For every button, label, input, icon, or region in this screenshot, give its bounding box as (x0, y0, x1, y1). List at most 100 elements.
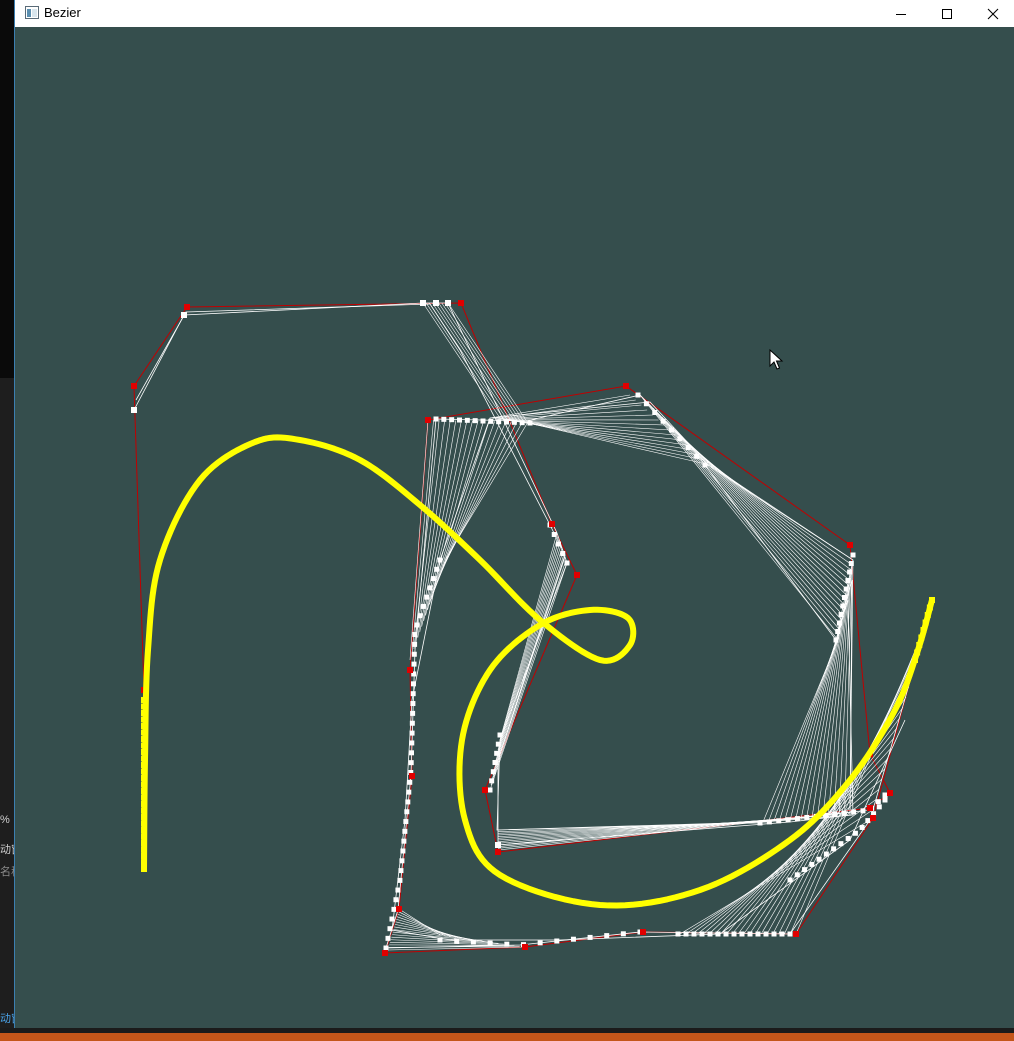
construction-point-top (496, 419, 502, 425)
construction-point-top (433, 416, 439, 422)
construction-point-right (838, 612, 844, 617)
window-title: Bezier (44, 5, 81, 20)
construction-point-left (411, 651, 417, 657)
construction-point-left (395, 887, 401, 893)
bezier-curve-point (141, 703, 147, 710)
construction-point-left (427, 585, 433, 591)
construction-point-bottom-right (809, 861, 815, 867)
construction-point-bottom-right (802, 867, 808, 873)
construction-point (495, 842, 501, 848)
construction-point-middle (495, 741, 501, 747)
bezier-curve-point (929, 597, 935, 603)
construction-point-bottom-right (838, 841, 844, 847)
control-point (867, 805, 873, 811)
construction-point-bottom (675, 931, 681, 937)
construction-point-left (410, 681, 416, 687)
construction-point-right (835, 629, 841, 634)
construction-point-top (480, 418, 486, 424)
construction-point-lower-right (776, 818, 782, 824)
construction-point-lower-right (832, 811, 838, 817)
control-point (482, 787, 488, 793)
bezier-curve-point (141, 710, 147, 716)
construction-point-left (420, 603, 426, 609)
fan-line-right (687, 442, 849, 586)
construction-point-upper-right (643, 401, 649, 407)
construction-point-left (410, 701, 416, 707)
construction-point-left (405, 799, 411, 805)
fan-line-top (435, 302, 515, 421)
control-point (425, 417, 431, 423)
control-point (549, 521, 555, 527)
control-point (522, 944, 528, 950)
taskbar-accent-bar (0, 1033, 1014, 1041)
fan-line-middle (499, 532, 558, 741)
construction-point-left (406, 789, 412, 795)
minimize-button[interactable] (878, 0, 924, 27)
fan-line-right (683, 438, 848, 591)
construction-point-left (397, 877, 403, 883)
control-point (870, 815, 876, 821)
taskbar (0, 1028, 1014, 1041)
fan-line-right (679, 434, 847, 596)
drawing-canvas[interactable] (15, 27, 1014, 1028)
construction-point-left (391, 906, 397, 912)
construction-point-left (410, 691, 416, 697)
construction-point (181, 312, 187, 318)
window-app-icon (25, 6, 39, 19)
construction-point-bottom-right (845, 835, 851, 841)
construction-point-upper-right (652, 410, 658, 415)
fan-line-bottom-right (772, 655, 919, 935)
construction-point-left (409, 740, 415, 746)
construction-point-bottom-right (876, 804, 882, 810)
construction-point-bottom-right (852, 830, 858, 836)
construction-point-left (403, 819, 409, 825)
fan-line-left (423, 420, 468, 622)
fan-line-top (438, 302, 518, 422)
construction-point-bottom-left (587, 934, 593, 940)
fan-line-upper-right (514, 420, 682, 441)
maximize-icon (942, 8, 952, 19)
mouse-pointer-icon (769, 348, 784, 370)
construction-point-bottom-left (504, 941, 510, 947)
construction-point-bottom (691, 931, 697, 937)
construction-point-top (472, 418, 478, 424)
background-app-text: 动窗 (0, 1013, 15, 1025)
construction-point-left (401, 838, 407, 844)
bezier-curve-point (141, 736, 147, 742)
bezier-curve-point (926, 604, 933, 611)
construction-point-top (464, 417, 470, 423)
construction-point-bottom (747, 931, 753, 937)
control-point (623, 383, 629, 389)
bezier-curve-point (141, 775, 147, 781)
construction-point-right (847, 569, 853, 575)
fan-line-top (444, 302, 525, 423)
bezier-window: Bezier (14, 0, 1014, 1028)
construction-point-right (845, 578, 851, 583)
construction-point-mid-upper (564, 560, 570, 566)
construction-point-left (409, 730, 415, 736)
bezier-curve-point (141, 697, 147, 703)
construction-point-bottom (723, 931, 729, 937)
bezier-curve-point (916, 642, 923, 648)
control-point (574, 572, 580, 578)
construction-point-right (850, 552, 856, 558)
window-titlebar[interactable]: Bezier (15, 0, 1014, 27)
bezier-drawing (131, 300, 935, 956)
close-button[interactable] (970, 0, 1014, 27)
construction-point-middle (497, 732, 503, 738)
construction-point-right (848, 561, 854, 566)
construction-point (420, 300, 426, 306)
fan-line-top (432, 302, 511, 421)
bezier-curve-point (918, 634, 925, 641)
maximize-button[interactable] (924, 0, 970, 27)
construction-point-left (387, 926, 393, 932)
construction-point-left (383, 945, 389, 951)
bezier-curve-point (141, 807, 147, 814)
bezier-curve-point (141, 853, 147, 859)
construction-point-left (434, 566, 440, 572)
construction-point-lower-right (882, 792, 888, 798)
construction-point-right (843, 586, 849, 592)
control-point (131, 383, 137, 389)
fan-line-middle (489, 562, 568, 791)
fan-line-right (666, 421, 844, 611)
